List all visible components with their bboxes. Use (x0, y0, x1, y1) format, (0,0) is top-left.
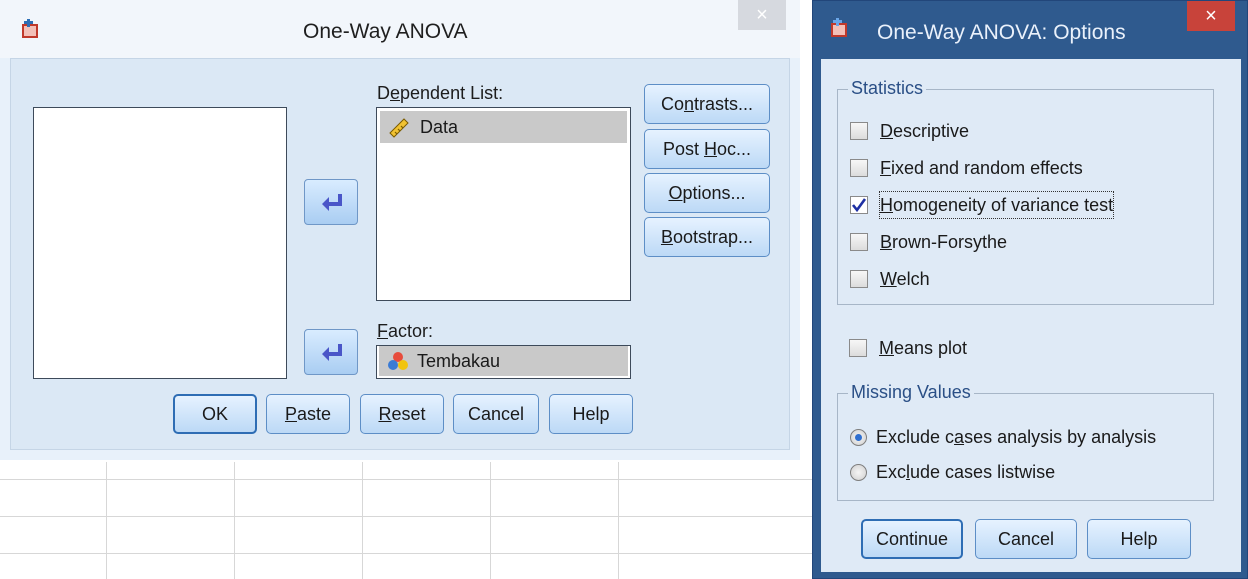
statistics-group: Statistics Descriptive Fixed and random … (837, 78, 1214, 305)
continue-button[interactable]: Continue (861, 519, 963, 559)
grid-line (0, 479, 812, 480)
checkbox-box[interactable] (850, 159, 868, 177)
radio-button[interactable] (850, 464, 867, 481)
checkbox-label: Fixed and random effects (880, 158, 1083, 178)
arrow-icon (322, 344, 342, 361)
checkmark-icon (851, 198, 867, 213)
spss-app-icon (831, 18, 847, 37)
ok-button[interactable]: OK (173, 394, 257, 434)
options-button[interactable]: Options... (644, 173, 770, 213)
grid-line (362, 462, 363, 579)
list-item[interactable]: Data (380, 111, 627, 143)
grid-line (618, 462, 619, 579)
arrow-icon (322, 194, 342, 211)
factor-label: Factor: (377, 321, 434, 341)
main-titlebar: One-Way ANOVA × (0, 0, 800, 58)
dialog-title: One-Way ANOVA (303, 20, 468, 43)
statistics-group-title: Statistics (848, 78, 927, 99)
dependent-item-label: Data (420, 117, 459, 137)
cancel-button[interactable]: Cancel (975, 519, 1077, 559)
grid-line (0, 516, 812, 517)
help-button[interactable]: Help (1087, 519, 1191, 559)
source-variable-list[interactable] (33, 107, 287, 379)
grid-line (106, 462, 107, 579)
radio-button[interactable] (850, 429, 867, 446)
checkbox-box[interactable] (850, 270, 868, 288)
scale-ruler-icon (389, 118, 409, 138)
checkbox-label: Welch (880, 269, 930, 289)
reset-button[interactable]: Reset (360, 394, 444, 434)
grid-line (0, 553, 812, 554)
spreadsheet-grid (0, 462, 812, 579)
missing-values-group: Missing Values Exclude cases analysis by… (837, 382, 1214, 501)
main-dialog-body: Dependent List: Data Factor: Tembakau Co… (10, 58, 790, 450)
bootstrap-button[interactable]: Bootstrap... (644, 217, 770, 257)
options-dialog-body: Statistics Descriptive Fixed and random … (821, 59, 1241, 572)
checkbox-label: Homogeneity of variance test (878, 191, 1115, 219)
checkbox-box[interactable] (849, 339, 867, 357)
options-titlebar: One-Way ANOVA: Options × (813, 1, 1247, 59)
cancel-button[interactable]: Cancel (453, 394, 539, 434)
factor-field[interactable]: Tembakau (376, 345, 631, 379)
post-hoc-button[interactable]: Post Hoc... (644, 129, 770, 169)
nominal-variable-icon (388, 352, 408, 370)
options-dialog: One-Way ANOVA: Options × Statistics Desc… (812, 0, 1248, 579)
spss-app-icon (22, 19, 38, 38)
paste-button[interactable]: Paste (266, 394, 350, 434)
grid-line (234, 462, 235, 579)
checkbox-box[interactable] (850, 196, 868, 214)
grid-line (490, 462, 491, 579)
checkbox-label: Brown-Forsythe (880, 232, 1008, 252)
help-button[interactable]: Help (549, 394, 633, 434)
one-way-anova-dialog: One-Way ANOVA × Dependent List: Data Fac… (0, 0, 800, 460)
close-button[interactable]: × (1187, 1, 1235, 31)
dependent-list[interactable]: Data (376, 107, 631, 301)
missing-values-group-title: Missing Values (848, 382, 974, 403)
move-to-factor-button[interactable] (304, 329, 358, 375)
checkbox-box[interactable] (850, 122, 868, 140)
dialog-title: One-Way ANOVA: Options (877, 21, 1126, 44)
move-to-dependent-button[interactable] (304, 179, 358, 225)
checkbox-label: Means plot (879, 338, 968, 358)
radio-label: Exclude cases listwise (876, 462, 1056, 482)
dependent-list-label: Dependent List: (377, 83, 504, 103)
checkbox-label: Descriptive (880, 121, 970, 141)
radio-label: Exclude cases analysis by analysis (876, 427, 1157, 447)
contrasts-button[interactable]: Contrasts... (644, 84, 770, 124)
factor-value: Tembakau (379, 346, 628, 376)
checkbox-box[interactable] (850, 233, 868, 251)
close-button[interactable]: × (738, 0, 786, 30)
factor-value-text: Tembakau (417, 351, 501, 371)
